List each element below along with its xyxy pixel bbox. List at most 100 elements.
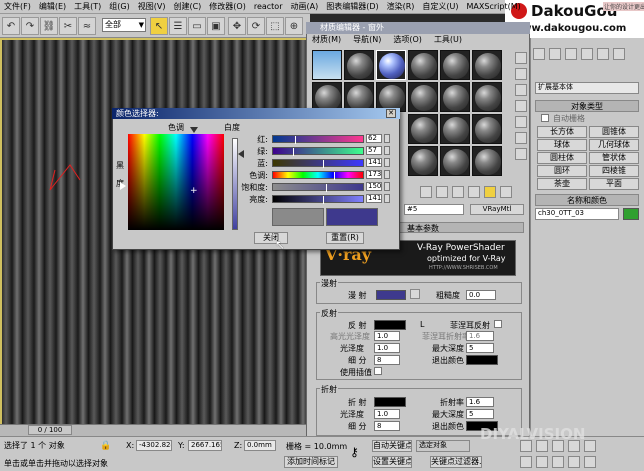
pan-icon[interactable] — [552, 456, 564, 468]
sample-slot[interactable] — [408, 50, 438, 80]
color-slider-thumb[interactable] — [323, 160, 324, 168]
blackness-pointer-icon[interactable] — [120, 182, 126, 190]
color-slider-thumb[interactable] — [293, 148, 294, 156]
menu-item[interactable]: MAXScript(M) — [463, 2, 525, 11]
material-editor-menu-item[interactable]: 材质(M) — [306, 35, 347, 44]
color-value-input[interactable]: 62 — [366, 134, 382, 143]
get-material-icon[interactable] — [420, 186, 432, 198]
z-coord-input[interactable]: 0.0mm — [244, 440, 276, 451]
spinner-icon[interactable] — [384, 158, 390, 167]
spinner-icon[interactable] — [384, 182, 390, 191]
menu-item[interactable]: 工具(T) — [70, 1, 105, 12]
menu-item[interactable]: 编辑(E) — [35, 1, 70, 12]
menu-item[interactable]: 组(G) — [105, 1, 133, 12]
set-key-button[interactable]: 设置关键点 — [372, 456, 412, 468]
object-type-button[interactable]: 圆锥体 — [589, 126, 639, 138]
menu-item[interactable]: 自定义(U) — [418, 1, 462, 12]
add-time-tag-button[interactable]: 添加时间标记 — [284, 456, 338, 468]
backlight-icon[interactable] — [515, 68, 527, 80]
create-tab-icon[interactable] — [533, 48, 545, 60]
x-coord-input[interactable]: -4302.824 — [136, 440, 172, 451]
color-value-input[interactable]: 150 — [366, 182, 382, 191]
orbit-icon[interactable] — [568, 456, 580, 468]
key-mode-dropdown[interactable]: 选定对象 — [416, 440, 470, 452]
color-slider[interactable] — [272, 183, 364, 192]
object-type-button[interactable]: 圆环 — [537, 165, 587, 177]
motion-tab-icon[interactable] — [581, 48, 593, 60]
object-category-dropdown[interactable]: 扩展基本体 — [535, 82, 639, 94]
sample-slot[interactable] — [408, 114, 438, 144]
sample-slot[interactable] — [472, 50, 502, 80]
reset-map-icon[interactable] — [468, 186, 480, 198]
sample-slot-active[interactable] — [376, 50, 406, 80]
rect-selection-icon[interactable]: ▭ — [188, 17, 206, 35]
redo-icon[interactable]: ↷ — [21, 17, 39, 35]
autogrid-checkbox[interactable] — [541, 114, 549, 122]
sample-slot[interactable] — [312, 50, 342, 80]
object-color-swatch[interactable] — [623, 208, 639, 220]
object-name-input[interactable]: ch30_0TT_03 — [535, 208, 619, 220]
sample-slot[interactable] — [440, 50, 470, 80]
reference-coord-icon[interactable]: ⊕ — [285, 17, 303, 35]
zoom-icon[interactable] — [520, 456, 532, 468]
uv-tiling-icon[interactable] — [515, 100, 527, 112]
object-type-button[interactable]: 球体 — [537, 139, 587, 151]
color-slider-thumb[interactable] — [334, 172, 335, 180]
spinner-icon[interactable] — [384, 134, 390, 143]
sample-slot[interactable] — [440, 114, 470, 144]
go-to-parent-icon[interactable] — [500, 186, 512, 198]
color-slider-thumb[interactable] — [323, 196, 324, 204]
material-editor-menu-item[interactable]: 导航(N) — [347, 35, 387, 44]
color-value-input[interactable]: 141 — [366, 158, 382, 167]
object-type-button[interactable]: 圆柱体 — [537, 152, 587, 164]
refract-gloss-input[interactable]: 1.0 — [374, 409, 400, 419]
object-type-rollout[interactable]: 对象类型 — [535, 100, 639, 112]
window-crossing-icon[interactable]: ▣ — [207, 17, 225, 35]
show-map-icon[interactable] — [484, 186, 496, 198]
ior-input[interactable]: 1.6 — [466, 397, 494, 407]
video-color-check-icon[interactable] — [515, 116, 527, 128]
diffuse-color-swatch[interactable] — [376, 290, 406, 300]
assign-to-selection-icon[interactable] — [452, 186, 464, 198]
object-type-button[interactable]: 四棱锥 — [589, 165, 639, 177]
menu-item[interactable]: 创建(C) — [169, 1, 205, 12]
zoom-all-icon[interactable] — [536, 456, 548, 468]
make-preview-icon[interactable] — [515, 132, 527, 144]
selection-filter-dropdown[interactable]: 全部 ▼ — [102, 18, 146, 32]
object-type-button[interactable]: 几何球体 — [589, 139, 639, 151]
material-editor-menu-item[interactable]: 选项(O) — [387, 35, 428, 44]
maximize-viewport-icon[interactable] — [584, 456, 596, 468]
color-slider-thumb[interactable] — [326, 184, 327, 192]
close-icon[interactable]: ✕ — [386, 109, 396, 118]
material-editor-menu-item[interactable]: 工具(U) — [428, 35, 468, 44]
prev-frame-icon[interactable] — [536, 440, 548, 452]
fresnel-checkbox[interactable] — [494, 320, 502, 328]
unlink-icon[interactable]: ✂ — [59, 17, 77, 35]
sample-slot[interactable] — [408, 82, 438, 112]
menu-item[interactable]: 动画(A) — [286, 1, 322, 12]
sample-slot[interactable] — [440, 146, 470, 176]
color-slider[interactable] — [272, 135, 364, 144]
select-object-icon[interactable]: ↖ — [150, 17, 168, 35]
fresnel-ior-input[interactable]: 1.6 — [466, 331, 494, 341]
hierarchy-tab-icon[interactable] — [565, 48, 577, 60]
next-frame-icon[interactable] — [568, 440, 580, 452]
sample-slot[interactable] — [440, 82, 470, 112]
key-filters-button[interactable]: 关键点过滤器... — [430, 456, 482, 468]
material-type-button[interactable]: VRayMtl — [470, 204, 524, 215]
sample-slot[interactable] — [472, 146, 502, 176]
menu-item[interactable]: 视图(V) — [134, 1, 170, 12]
options-icon[interactable] — [515, 148, 527, 160]
put-to-scene-icon[interactable] — [436, 186, 448, 198]
utilities-tab-icon[interactable] — [613, 48, 625, 60]
bind-space-warp-icon[interactable]: ≈ — [78, 17, 96, 35]
name-color-rollout[interactable]: 名称和颜色 — [535, 194, 639, 206]
sample-slot[interactable] — [472, 114, 502, 144]
spinner-icon[interactable] — [384, 170, 390, 179]
hilight-gloss-input[interactable]: 1.0 — [374, 331, 400, 341]
reflect-color-swatch[interactable] — [374, 320, 406, 330]
go-to-end-icon[interactable] — [584, 440, 596, 452]
spinner-icon[interactable] — [384, 146, 390, 155]
rotate-icon[interactable]: ⟳ — [247, 17, 265, 35]
y-coord-input[interactable]: 2667.165 — [188, 440, 222, 451]
